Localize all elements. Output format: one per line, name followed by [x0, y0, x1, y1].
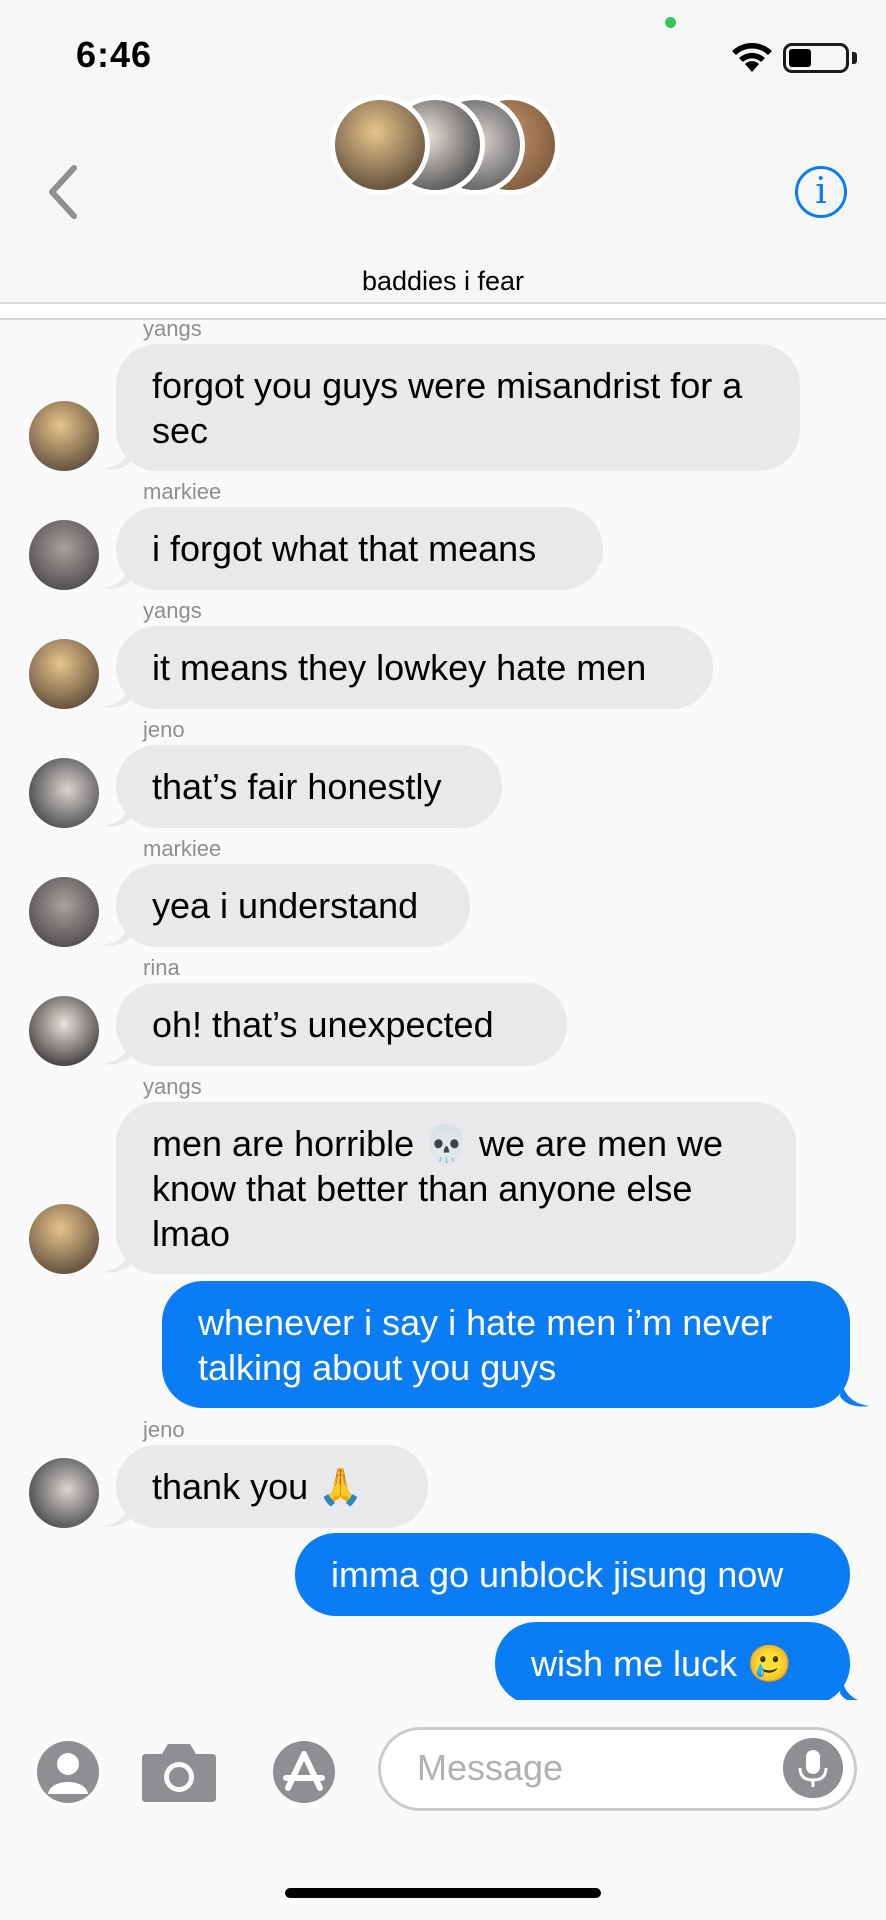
bubble-tail: [102, 1040, 132, 1065]
avatar-yangs[interactable]: [29, 401, 99, 471]
message-bubble-outgoing[interactable]: imma go unblock jisung now: [295, 1533, 850, 1616]
sender-name: yangs: [143, 598, 202, 623]
message-text: whenever i say i hate men i’m never talk…: [198, 1301, 773, 1388]
message-bubble-incoming[interactable]: i forgot what that means: [116, 507, 603, 590]
message-bubble-outgoing[interactable]: wish me luck 🥲: [495, 1622, 850, 1705]
group-avatar-4: [330, 95, 430, 195]
message-bubble-incoming[interactable]: yea i understand: [116, 864, 470, 947]
bubble-tail: [102, 445, 132, 470]
avatar-markiee[interactable]: [29, 520, 99, 590]
sender-name: jeno: [143, 1417, 185, 1442]
chevron-left-icon[interactable]: [40, 162, 90, 222]
bubble-tail: [102, 1248, 132, 1273]
message-text: that’s fair honestly: [152, 766, 442, 807]
sender-name: markiee: [143, 479, 222, 504]
battery-icon: [783, 43, 849, 73]
message-text: imma go unblock jisung now: [331, 1554, 784, 1595]
sender-name: jeno: [143, 717, 185, 742]
sender-name: yangs: [143, 1074, 202, 1099]
message-bubble-outgoing[interactable]: whenever i say i hate men i’m never talk…: [162, 1281, 850, 1408]
message-bubble-incoming[interactable]: it means they lowkey hate men: [116, 626, 713, 709]
bubble-tail: [102, 802, 132, 827]
info-button[interactable]: i: [795, 166, 847, 218]
bubble-tail: [840, 1382, 870, 1407]
battery-tip: [852, 52, 857, 64]
message-text: thank you 🙏: [152, 1466, 363, 1507]
message-bubble-incoming[interactable]: thank you 🙏: [116, 1445, 428, 1528]
avatar-jeno[interactable]: [29, 1458, 99, 1528]
message-text: men are horrible 💀 we are men we know th…: [152, 1122, 724, 1254]
message-bubble-incoming[interactable]: forgot you guys were misandrist for a se…: [116, 344, 800, 471]
camera-icon[interactable]: [140, 1740, 218, 1804]
microphone-icon[interactable]: [783, 1738, 843, 1798]
status-bar: 6:46: [0, 0, 886, 110]
message-text: yea i understand: [152, 885, 419, 926]
avatar-rina[interactable]: [29, 996, 99, 1066]
camera-in-use-indicator: [665, 17, 676, 28]
wifi-icon: [732, 43, 772, 72]
message-text: forgot you guys were misandrist for a se…: [152, 364, 743, 451]
bubble-tail: [102, 921, 132, 946]
message-input[interactable]: Message: [378, 1727, 857, 1811]
message-text: wish me luck 🥲: [531, 1643, 792, 1684]
message-bubble-incoming[interactable]: men are horrible 💀 we are men we know th…: [116, 1102, 796, 1274]
group-avatar-stack[interactable]: [330, 95, 560, 205]
avatar-yangs[interactable]: [29, 1204, 99, 1274]
bubble-tail: [102, 1502, 132, 1527]
message-text: it means they lowkey hate men: [152, 647, 647, 688]
group-name[interactable]: baddies i fear: [0, 266, 886, 297]
avatar-markiee[interactable]: [29, 877, 99, 947]
message-text: i forgot what that means: [152, 528, 537, 569]
contact-icon[interactable]: [36, 1740, 100, 1804]
sender-name: rina: [143, 955, 180, 980]
message-bubble-incoming[interactable]: that’s fair honestly: [116, 745, 502, 828]
sender-name: yangs: [143, 316, 202, 341]
message-placeholder: Message: [417, 1747, 564, 1788]
status-time: 6:46: [76, 34, 153, 75]
avatar-yangs[interactable]: [29, 639, 99, 709]
message-bubble-incoming[interactable]: oh! that’s unexpected: [116, 983, 567, 1066]
app-store-icon[interactable]: [262, 1740, 346, 1804]
sender-name: markiee: [143, 836, 222, 861]
home-indicator[interactable]: [285, 1888, 601, 1898]
bubble-tail: [102, 564, 132, 589]
compose-bar: Message: [0, 1700, 886, 1920]
avatar-jeno[interactable]: [29, 758, 99, 828]
bubble-tail: [102, 683, 132, 708]
message-text: oh! that’s unexpected: [152, 1004, 494, 1045]
